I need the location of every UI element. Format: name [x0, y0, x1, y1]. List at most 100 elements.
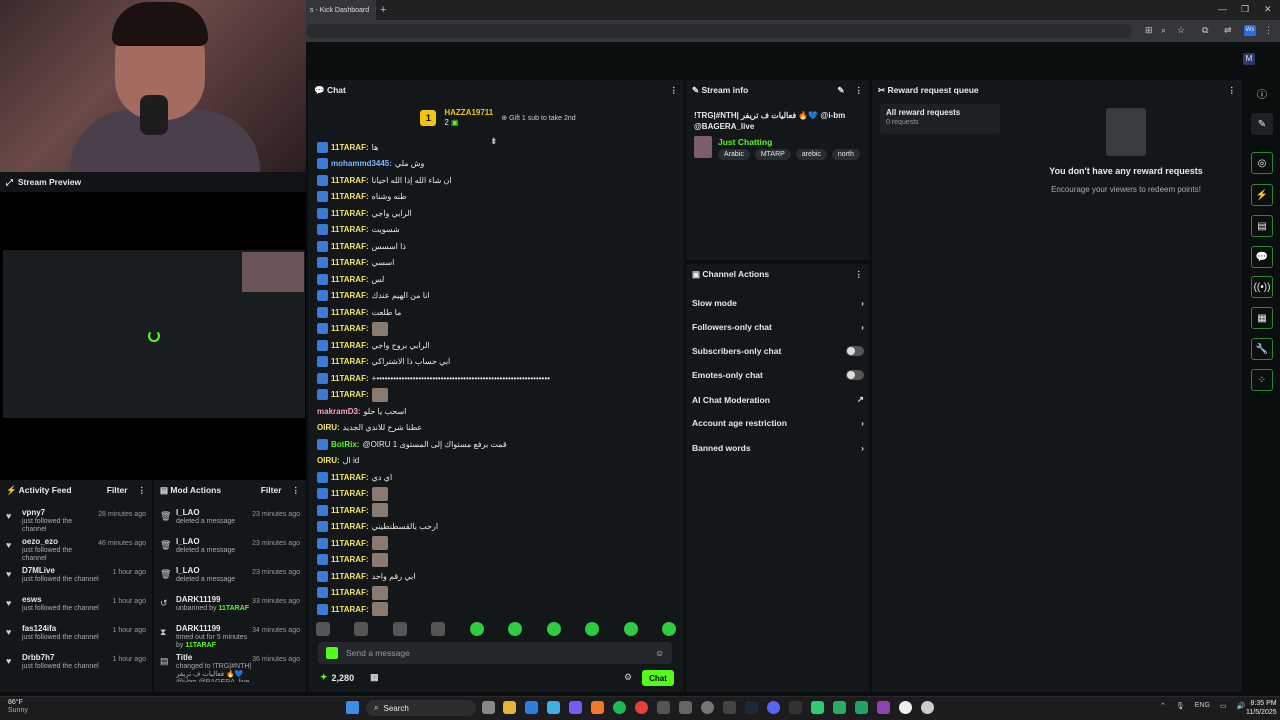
edit-icon[interactable]: ✎ [837, 85, 844, 96]
mod-action-item[interactable]: 🗑 I_LAO deleted a message 23 minutes ago [154, 508, 306, 537]
document-icon[interactable]: ▤ [1251, 215, 1273, 237]
gift-leaderboard[interactable]: 1 HAZZA19711 2 ▣ ⊕ Gift 1 sub to take 2n… [320, 104, 676, 132]
mod-action-target[interactable]: 11TARAF [185, 642, 216, 649]
wrench-tool-icon[interactable]: 🔧 [1251, 338, 1273, 360]
chat-username[interactable]: 11TARAF: [331, 242, 369, 251]
new-tab-button[interactable]: + [380, 4, 386, 16]
app-icon[interactable] [921, 701, 934, 714]
chat-message[interactable]: 11TARAF: اسسي [317, 255, 394, 271]
app-icon[interactable] [723, 701, 736, 714]
mod-action-user[interactable]: Title [176, 653, 252, 663]
chat-message[interactable]: 11TARAF: ابي حساب ذا الاشتراكي [317, 354, 450, 370]
chat-send-button[interactable]: Chat [642, 670, 674, 686]
chat-message[interactable]: 11TARAF: [317, 601, 391, 617]
reward-more-icon[interactable]: ⋮ [1228, 85, 1237, 96]
chat-message[interactable]: 11TARAF: [317, 486, 391, 502]
chat-username[interactable]: 11TARAF: [331, 308, 369, 317]
chat-more-icon[interactable]: ⋮ [670, 85, 679, 96]
chat-username[interactable]: 11TARAF: [331, 291, 369, 300]
chat-message[interactable]: 11TARAF: [317, 585, 391, 601]
mod-action-item[interactable]: ↺ DARK11199 unbanned by 11TARAF 33 minut… [154, 595, 306, 624]
chat-message[interactable]: 11TARAF: [317, 387, 391, 403]
channel-actions-more-icon[interactable]: ⋮ [855, 269, 864, 280]
app-icon[interactable] [701, 701, 714, 714]
chat-username[interactable]: mohammd3445: [331, 159, 392, 168]
edge-icon[interactable] [525, 701, 538, 714]
chat-message[interactable]: mohammd3445: وش ملي [317, 156, 424, 172]
channel-action-row[interactable]: Slow mode › [692, 298, 864, 308]
apps-icon[interactable]: ⁘ [1251, 369, 1273, 391]
chat-username[interactable]: 11TARAF: [331, 588, 369, 597]
chat-username[interactable]: 11TARAF: [331, 275, 369, 284]
chat-message[interactable]: 11TARAF: الرابي واجي [317, 205, 412, 221]
chat-username[interactable]: 11TARAF: [331, 506, 369, 515]
chat-message[interactable]: 11TARAF: [317, 552, 391, 568]
activity-item[interactable]: ♥ D7MLive just followed the channel 1 ho… [0, 566, 152, 595]
obs-icon[interactable] [899, 701, 912, 714]
emote-button[interactable] [316, 622, 330, 636]
windows-start-icon[interactable] [346, 701, 359, 714]
menu-icon[interactable]: ⋮ [1264, 25, 1273, 36]
volume-icon[interactable]: 🔊 [1237, 702, 1246, 710]
chat-username[interactable]: OIRU: [317, 423, 340, 432]
emote-button[interactable] [661, 622, 676, 636]
mod-action-user[interactable]: I_LAO [176, 537, 252, 547]
activity-user[interactable]: D7MLive [22, 566, 113, 576]
chat-username[interactable]: 11TARAF: [331, 605, 369, 614]
chat-message[interactable]: 11TARAF: انا من الهيم عندك [317, 288, 430, 304]
chat-message[interactable]: 11TARAF: [317, 502, 391, 518]
activity-item[interactable]: ♥ oezo_ezo just followed the channel 46 … [0, 537, 152, 566]
mod-action-user[interactable]: DARK11199 [176, 624, 252, 634]
chat-message[interactable]: 11TARAF: لس [317, 271, 384, 287]
app-icon[interactable] [789, 701, 802, 714]
task-view-icon[interactable] [482, 701, 495, 714]
chat-message[interactable]: 11TARAF: ها [317, 139, 378, 155]
chat-username[interactable]: 11TARAF: [331, 357, 369, 366]
chat-username[interactable]: 11TARAF: [331, 572, 369, 581]
chat-message[interactable]: 11TARAF: [317, 535, 391, 551]
emoji-icon[interactable]: ☺ [655, 648, 664, 658]
activity-user[interactable]: Drbb7h7 [22, 653, 113, 663]
maximize-button[interactable]: ❐ [1241, 4, 1249, 15]
app-icon[interactable] [657, 701, 670, 714]
activity-user[interactable]: esws [22, 595, 113, 605]
chat-message[interactable]: 11TARAF: اي دي [317, 469, 392, 485]
emote-button[interactable] [431, 622, 446, 636]
file-explorer-icon[interactable] [503, 701, 516, 714]
app-icon[interactable] [767, 701, 780, 714]
steam-icon[interactable] [745, 701, 758, 714]
mod-action-item[interactable]: 🗑 I_LAO deleted a message 23 minutes ago [154, 537, 306, 566]
activity-user[interactable]: vpny7 [22, 508, 98, 518]
zoom-icon[interactable]: ⌕ [1161, 25, 1166, 36]
spotify-icon[interactable] [613, 701, 626, 714]
mod-action-item[interactable]: ⧗ DARK11199 timed out for 5 minutes by 1… [154, 624, 306, 653]
channel-action-row[interactable]: Followers-only chat › [692, 322, 864, 332]
activity-user[interactable]: oezo_ezo [22, 537, 98, 547]
chat-username[interactable]: 11TARAF: [331, 209, 369, 218]
chat-username[interactable]: 11TARAF: [331, 555, 369, 564]
mod-action-item[interactable]: ▤ Title changed to !TRG|#NTH| فعاليات ف … [154, 653, 306, 682]
minimize-button[interactable]: — [1218, 4, 1227, 14]
chat-message[interactable]: OIRU: عطنا شرح للاندي الجديد [317, 420, 422, 436]
mod-action-target[interactable]: 11TARAF [218, 605, 249, 612]
app-icon[interactable] [811, 701, 824, 714]
taskbar-search[interactable]: ⌕ Search [366, 700, 476, 716]
mod-action-user[interactable]: I_LAO [176, 566, 252, 576]
channel-points[interactable]: ✦ 2,280 ▦ [320, 672, 379, 683]
emote-button[interactable] [508, 622, 523, 636]
chat-username[interactable]: 11TARAF: [331, 489, 369, 498]
chat-username[interactable]: 11TARAF: [331, 539, 369, 548]
tray-overflow-icon[interactable]: ⌃ [1160, 702, 1166, 710]
chat-icon[interactable]: 💬 [1251, 246, 1273, 268]
activity-item[interactable]: ♥ esws just followed the channel 1 hour … [0, 595, 152, 624]
scroll-down-icon[interactable]: ⇟ [490, 136, 498, 147]
activity-item[interactable]: ♥ vpny7 just followed the channel 28 min… [0, 508, 152, 537]
chat-message[interactable]: OIRU: ال id [317, 453, 359, 469]
chat-message[interactable]: 11TARAF: ان شاء الله إذا الله احيانا [317, 172, 452, 188]
pencil-icon[interactable]: ✎ [1251, 113, 1273, 135]
chat-username[interactable]: 11TARAF: [331, 473, 369, 482]
toggle-switch[interactable] [846, 370, 864, 380]
chat-message[interactable]: 11TARAF: ارحب بالقسطنطيني [317, 519, 438, 535]
extensions-icon[interactable]: ⧉ [1202, 25, 1208, 36]
channel-action-row[interactable]: Account age restriction › [692, 418, 864, 428]
